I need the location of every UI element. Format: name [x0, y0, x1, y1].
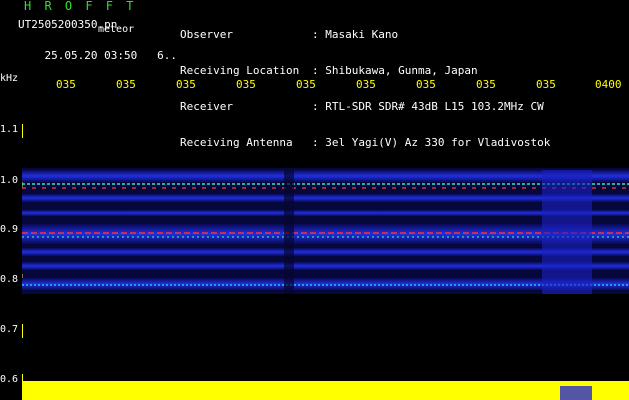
- time-tick: 035: [536, 78, 556, 91]
- disturbance-patch: [542, 170, 592, 294]
- meta-row-location: Receiving Location : Shibukawa, Gunma, J…: [180, 65, 550, 77]
- freq-tick: 0.7: [0, 324, 19, 335]
- time-tick: 035: [296, 78, 316, 91]
- meta-value: : Shibukawa, Gunma, Japan: [312, 64, 478, 77]
- meta-label: Observer: [180, 28, 233, 41]
- meta-value: : Masaki Kano: [312, 28, 399, 41]
- freq-tick: 0.8: [0, 274, 19, 285]
- frequency-unit-label: kHz: [0, 73, 19, 84]
- time-tick: 035: [56, 78, 76, 91]
- meta-label: Receiving Location: [180, 64, 300, 77]
- signal-band: [22, 262, 629, 270]
- noise-dip: [560, 386, 592, 400]
- spectrogram-plot: [22, 168, 629, 400]
- time-tick: 035: [236, 78, 256, 91]
- index-text: 6..: [157, 49, 177, 62]
- freq-tick: 1.0: [0, 175, 19, 186]
- spectrogram-window: H R O F F T UT2505200350.pn meteor 25.05…: [0, 0, 629, 400]
- time-tick: 035: [416, 78, 436, 91]
- signal-band: [22, 278, 629, 290]
- datetime-text: 25.05.20 03:50: [44, 49, 138, 62]
- time-tick: 035: [476, 78, 496, 91]
- signal-band: [22, 210, 629, 216]
- meteor-label: meteor: [98, 24, 135, 35]
- time-tick: 035: [356, 78, 376, 91]
- signal-band: [22, 248, 629, 256]
- signal-band: [22, 170, 629, 182]
- time-tick: 035: [176, 78, 196, 91]
- timestamp: 25.05.20 03:50 6..: [18, 38, 177, 74]
- dark-gap: [284, 170, 294, 294]
- time-tick: 035: [116, 78, 136, 91]
- time-tick: 0400: [595, 78, 622, 91]
- brand-title: H R O F F T: [24, 0, 137, 13]
- freq-tick: 0.9: [0, 224, 19, 235]
- noise-floor: [22, 381, 629, 400]
- meta-row-observer: Observer : Masaki Kano: [180, 29, 550, 41]
- signal-band: [22, 224, 629, 244]
- signal-band: [22, 194, 629, 202]
- freq-tick: 0.6: [0, 374, 19, 385]
- freq-tick: 1.1: [0, 124, 19, 135]
